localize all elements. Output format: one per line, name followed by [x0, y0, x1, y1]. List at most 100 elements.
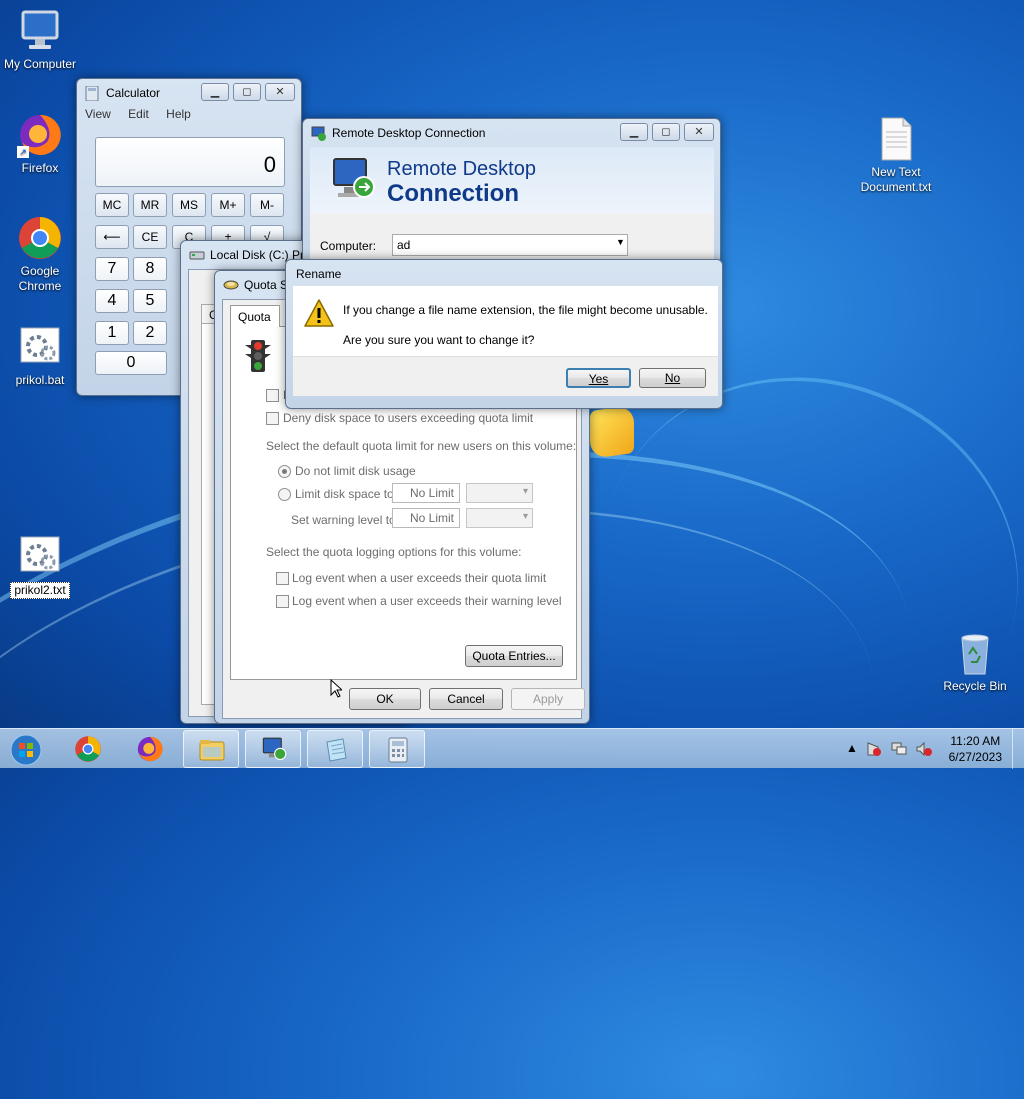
show-desktop-button[interactable] [1012, 729, 1024, 769]
action-center-icon[interactable] [866, 741, 882, 760]
ce-button[interactable]: CE [133, 225, 167, 249]
calculator-display: 0 [95, 137, 285, 187]
rdc-titlebar[interactable]: Remote Desktop Connection ▁ ◻ ✕ [303, 119, 720, 147]
notepad-icon [322, 736, 350, 764]
desktop-icon-label: My Computer [3, 57, 77, 71]
deny-space-checkbox[interactable] [266, 412, 279, 425]
quota-entries-button[interactable]: Quota Entries... [465, 645, 563, 667]
rdc-body: Computer: ad ▼ [310, 213, 714, 263]
remote-desktop-icon [260, 736, 288, 764]
dialog-title: Rename [296, 267, 342, 281]
digit-2-button[interactable]: 2 [133, 321, 167, 345]
digit-4-button[interactable]: 4 [95, 289, 129, 313]
desktop-icon-chrome[interactable]: Google Chrome [0, 215, 80, 294]
close-button[interactable]: ✕ [265, 83, 295, 101]
taskbar: ▲ 11:20 AM 6/27/2023 [0, 728, 1024, 769]
rdc-banner: Remote Desktop Connection [310, 147, 714, 213]
system-clock[interactable]: 11:20 AM 6/27/2023 [949, 733, 1002, 765]
window-title: Calculator [106, 86, 161, 100]
no-button[interactable]: No [639, 368, 706, 388]
calculator-icon [384, 736, 412, 764]
digit-7-button[interactable]: 7 [95, 257, 129, 281]
warning-unit-select[interactable] [466, 508, 533, 528]
cancel-button[interactable]: Cancel [429, 688, 503, 710]
rdc-banner-title-1: Remote Desktop [387, 158, 536, 180]
drive-icon [189, 248, 205, 263]
rename-message-2: Are you sure you want to change it? [343, 333, 535, 347]
desktop-icon-new-text-document[interactable]: New Text Document.txt [856, 116, 936, 195]
desktop-icon-label: Firefox [21, 161, 59, 175]
enable-quota-checkbox[interactable] [266, 389, 279, 402]
dropdown-arrow-icon[interactable]: ▼ [616, 237, 625, 247]
desktop-icon-firefox[interactable]: ↗ Firefox [0, 112, 80, 176]
desktop-icon-label: Google Chrome [18, 264, 62, 293]
m-plus-button[interactable]: M+ [211, 193, 245, 217]
mc-button[interactable]: MC [95, 193, 129, 217]
warning-icon [303, 298, 335, 331]
m-minus-button[interactable]: M- [250, 193, 284, 217]
backspace-button[interactable]: ⟵ [95, 225, 129, 249]
clock-date: 6/27/2023 [948, 750, 1002, 764]
maximize-button[interactable]: ◻ [233, 83, 261, 101]
chrome-icon [17, 215, 63, 261]
mr-button[interactable]: MR [133, 193, 167, 217]
deny-space-label: Deny disk space to users exceeding quota… [283, 411, 534, 425]
drive-icon [223, 278, 239, 293]
digit-5-button[interactable]: 5 [133, 289, 167, 313]
taskbar-calculator[interactable] [369, 730, 425, 768]
remote-desktop-logo-icon [328, 155, 378, 208]
limit-disk-radio[interactable] [278, 488, 291, 501]
minimize-button[interactable]: ▁ [201, 83, 229, 101]
computer-icon [17, 8, 63, 54]
desktop-icon-label: Recycle Bin [943, 679, 1007, 693]
text-file-icon [873, 116, 919, 162]
volume-muted-icon[interactable] [916, 741, 932, 760]
digit-1-button[interactable]: 1 [95, 321, 129, 345]
windows-start-icon [10, 734, 42, 766]
calculator-titlebar[interactable]: Calculator ▁ ◻ ✕ [77, 79, 301, 107]
taskbar-firefox[interactable] [122, 730, 178, 768]
rename-titlebar[interactable]: Rename [286, 260, 722, 286]
taskbar-chrome[interactable] [60, 730, 116, 768]
network-icon[interactable] [891, 741, 907, 760]
yes-button[interactable]: Yes [566, 368, 631, 388]
start-button[interactable] [2, 730, 52, 768]
taskbar-notepad[interactable] [307, 730, 363, 768]
show-hidden-icons-button[interactable]: ▲ [846, 741, 858, 755]
firefox-icon: ↗ [17, 112, 63, 158]
close-button[interactable]: ✕ [684, 123, 714, 141]
computer-combobox[interactable]: ad [392, 234, 628, 256]
maximize-button[interactable]: ◻ [652, 123, 680, 141]
rdc-banner-title-2: Connection [387, 180, 519, 207]
desktop-icon-label-rename[interactable]: prikol2.txt [10, 582, 70, 599]
desktop-icon-my-computer[interactable]: My Computer [0, 8, 80, 72]
desktop-icon-prikol-bat[interactable]: prikol.bat [0, 324, 80, 388]
ms-button[interactable]: MS [172, 193, 206, 217]
no-limit-radio[interactable] [278, 465, 291, 478]
desktop-icon-prikol2-txt[interactable]: prikol2.txt [0, 533, 80, 599]
window-title: Quota S [244, 278, 289, 292]
digit-0-button[interactable]: 0 [95, 351, 167, 375]
menu-edit[interactable]: Edit [128, 107, 149, 121]
firefox-icon [136, 735, 164, 763]
tab-quota[interactable]: Quota [230, 305, 280, 327]
clock-time: 11:20 AM [950, 734, 1001, 748]
warning-value-field[interactable]: No Limit [392, 508, 460, 528]
rename-dialog[interactable]: Rename If you change a file name extensi… [285, 259, 723, 409]
taskbar-explorer[interactable] [183, 730, 239, 768]
folder-icon [198, 736, 226, 764]
taskbar-remote-desktop[interactable] [245, 730, 301, 768]
limit-disk-label: Limit disk space to [295, 487, 394, 501]
remote-desktop-window[interactable]: Remote Desktop Connection ▁ ◻ ✕ Remote D… [302, 118, 721, 264]
limit-value-field[interactable]: No Limit [392, 483, 460, 503]
menu-help[interactable]: Help [166, 107, 191, 121]
windows-logo-wallpaper [590, 404, 634, 460]
digit-8-button[interactable]: 8 [133, 257, 167, 281]
limit-unit-select[interactable] [466, 483, 533, 503]
ok-button[interactable]: OK [349, 688, 421, 710]
menu-view[interactable]: View [85, 107, 111, 121]
log-quota-checkbox[interactable] [276, 572, 289, 585]
log-warning-checkbox[interactable] [276, 595, 289, 608]
desktop-icon-recycle-bin[interactable]: Recycle Bin [935, 630, 1015, 694]
minimize-button[interactable]: ▁ [620, 123, 648, 141]
